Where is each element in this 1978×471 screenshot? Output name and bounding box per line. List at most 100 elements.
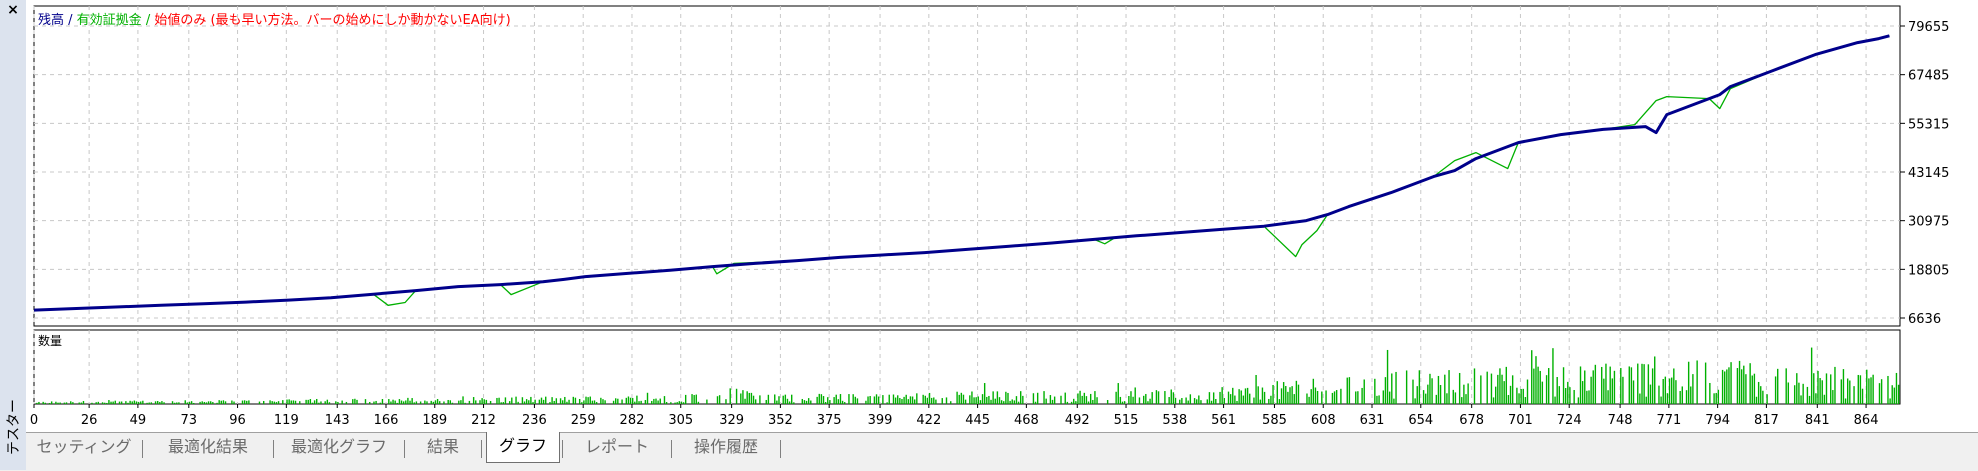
volume-bar bbox=[108, 400, 110, 404]
tab-7[interactable]: 操作履歴 bbox=[676, 433, 776, 463]
volume-bar bbox=[674, 402, 676, 404]
volume-bar bbox=[140, 401, 142, 404]
volume-bar bbox=[774, 394, 776, 404]
volume-bar bbox=[1796, 373, 1798, 404]
volume-bar bbox=[791, 394, 793, 404]
volume-bar bbox=[1422, 390, 1425, 404]
volume-bar bbox=[979, 400, 982, 404]
volume-bar bbox=[1414, 398, 1416, 404]
volume-bar bbox=[1607, 390, 1609, 404]
volume-bar bbox=[70, 401, 72, 404]
volume-bar bbox=[42, 401, 44, 404]
volume-bar bbox=[1282, 382, 1285, 404]
volume-bar bbox=[615, 398, 617, 404]
volume-bar bbox=[1541, 381, 1544, 404]
volume-bar bbox=[1584, 370, 1586, 404]
close-icon[interactable]: × bbox=[5, 2, 21, 18]
volume-bar bbox=[345, 401, 348, 404]
volume-bar bbox=[729, 388, 731, 404]
volume-bar bbox=[653, 398, 655, 404]
volume-bar bbox=[496, 397, 498, 404]
volume-bar bbox=[983, 383, 986, 404]
x-tick-label: 329 bbox=[719, 413, 744, 428]
volume-bar bbox=[530, 396, 532, 404]
volume-bar bbox=[1562, 367, 1565, 404]
volume-bar bbox=[1238, 389, 1240, 404]
y-tick-label: 43145 bbox=[1908, 166, 1949, 181]
volume-bar bbox=[44, 402, 47, 404]
volume-bar bbox=[1416, 386, 1418, 404]
volume-bar bbox=[1806, 386, 1809, 404]
volume-bar bbox=[1015, 396, 1018, 404]
volume-bar bbox=[432, 401, 435, 404]
volume-bar bbox=[1556, 377, 1558, 404]
volume-bar bbox=[1463, 384, 1465, 404]
tab-3[interactable]: 最適化グラフ bbox=[278, 433, 400, 463]
volume-bar bbox=[199, 401, 201, 404]
volume-bar bbox=[430, 400, 432, 404]
volume-bar bbox=[375, 400, 377, 404]
x-tick-label: 794 bbox=[1705, 413, 1730, 428]
volume-bar bbox=[682, 402, 685, 404]
volume-bar bbox=[462, 396, 464, 404]
volume-bar bbox=[572, 396, 574, 404]
tab-5[interactable]: グラフ bbox=[486, 432, 560, 463]
volume-bar bbox=[407, 397, 409, 404]
volume-bar bbox=[852, 394, 854, 404]
volume-bar bbox=[271, 401, 273, 404]
volume-bar bbox=[1418, 370, 1421, 404]
volume-bar bbox=[1594, 364, 1597, 404]
legend-segment: 残高 bbox=[38, 12, 64, 28]
volume-bar bbox=[65, 402, 68, 404]
volume-bar bbox=[1077, 393, 1079, 404]
volume-bar bbox=[318, 402, 320, 404]
volume-bar bbox=[1085, 396, 1088, 404]
volume-bar bbox=[958, 394, 960, 404]
volume-bar bbox=[1842, 369, 1845, 404]
volume-bar bbox=[402, 401, 405, 404]
volume-bar bbox=[1249, 393, 1251, 404]
volume-bar bbox=[1520, 388, 1522, 404]
volume-bar bbox=[1221, 387, 1223, 404]
volume-bar bbox=[865, 400, 867, 404]
volume-bar bbox=[1766, 394, 1768, 404]
x-tick-label: 468 bbox=[1014, 413, 1039, 428]
volume-bar bbox=[1588, 390, 1590, 404]
volume-bar bbox=[1745, 374, 1747, 404]
volume-bar bbox=[248, 400, 250, 404]
volume-bar bbox=[542, 399, 545, 404]
volume-bar bbox=[1516, 387, 1518, 404]
volume-bar bbox=[1651, 368, 1654, 404]
x-tick-label: 631 bbox=[1360, 413, 1385, 428]
volume-bar bbox=[1119, 396, 1122, 404]
volume-bar bbox=[1268, 398, 1270, 404]
volume-bar bbox=[841, 400, 844, 404]
volume-bar bbox=[1335, 390, 1338, 404]
volume-bar bbox=[776, 400, 778, 404]
volume-bar bbox=[1036, 392, 1039, 404]
volume-bar bbox=[159, 401, 161, 404]
volume-bar bbox=[581, 402, 583, 404]
tab-6[interactable]: レポート bbox=[567, 433, 667, 463]
volume-bar bbox=[716, 396, 719, 404]
volume-bar bbox=[1168, 397, 1170, 404]
volume-bar bbox=[443, 401, 445, 404]
volume-bar bbox=[735, 388, 738, 404]
volume-bar bbox=[905, 394, 907, 404]
volume-bar bbox=[1181, 398, 1183, 404]
volume-bar bbox=[670, 402, 672, 404]
tab-4[interactable]: 結果 bbox=[409, 433, 477, 463]
volume-bar bbox=[1501, 374, 1503, 404]
tab-1[interactable]: セッティング bbox=[30, 433, 138, 463]
volume-bar bbox=[1312, 378, 1315, 404]
volume-bar bbox=[1005, 391, 1007, 404]
volume-bar bbox=[1123, 401, 1126, 404]
tab-2[interactable]: 最適化結果 bbox=[147, 433, 269, 463]
volume-bar bbox=[1229, 394, 1232, 404]
volume-bar bbox=[680, 401, 683, 404]
volume-bar bbox=[188, 401, 191, 404]
volume-title: 数量 bbox=[38, 333, 62, 348]
volume-bar bbox=[413, 402, 415, 404]
volume-bar bbox=[1393, 398, 1395, 404]
volume-bar bbox=[485, 399, 488, 404]
